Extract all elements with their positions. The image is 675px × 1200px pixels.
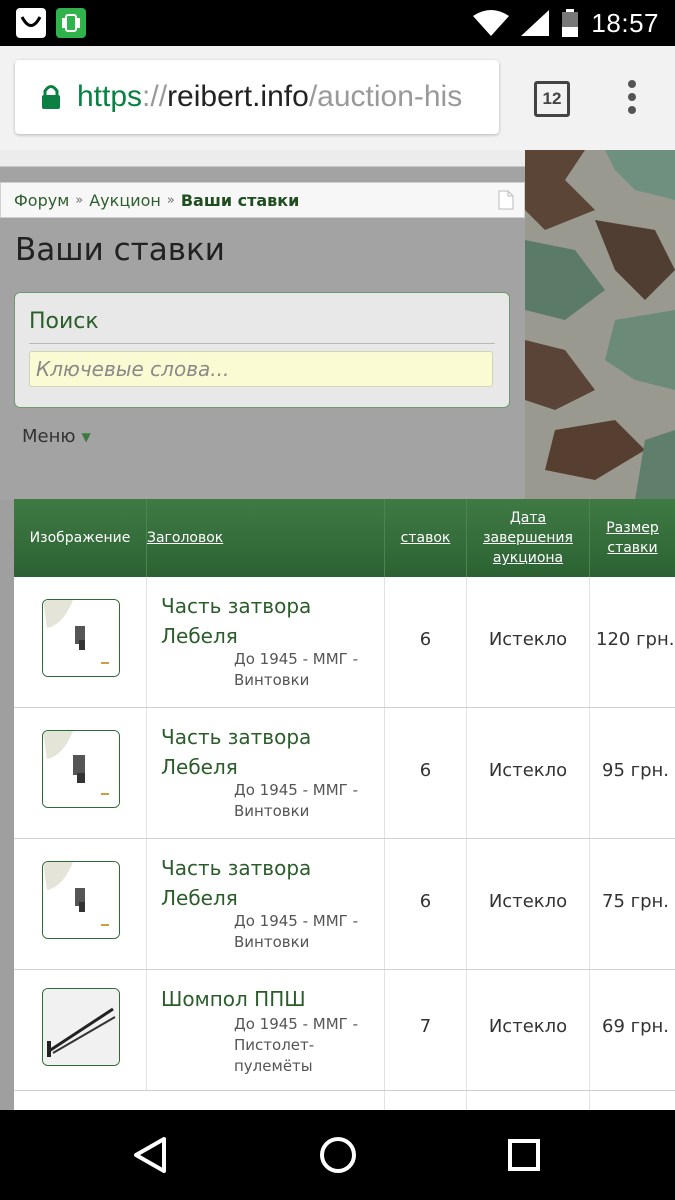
item-thumbnail[interactable] bbox=[42, 988, 120, 1066]
android-navigation-bar bbox=[0, 1110, 675, 1200]
auction-status: Истекло bbox=[488, 1016, 568, 1037]
bid-amount: 120 грн. bbox=[596, 629, 675, 650]
divider bbox=[29, 343, 495, 344]
amount-cell: 120 грн. bbox=[590, 577, 675, 707]
item-title-link[interactable]: Часть затвора Лебеля bbox=[161, 591, 361, 651]
wifi-icon bbox=[473, 10, 510, 36]
item-category: До 1945 - ММГ - Винтовки bbox=[234, 781, 358, 820]
auction-status: Истекло bbox=[488, 629, 568, 650]
bids-cell: 6 bbox=[385, 839, 467, 969]
table-row: Часть затвора Лебеля До 1945 - ММГ - Вин… bbox=[14, 839, 675, 970]
title-cell: Часть затвора Лебеля До 1945 - ММГ - Вин… bbox=[147, 839, 385, 969]
url-separator: :// bbox=[142, 80, 168, 113]
title-cell: Шомпол ППШ До 1945 - ММГ - Пистолет-пуле… bbox=[147, 970, 385, 1090]
bids-count: 6 bbox=[419, 629, 432, 650]
bid-amount: 69 грн. bbox=[602, 1016, 669, 1037]
bids-cell bbox=[385, 1091, 467, 1110]
table-row: Шомпол ППШ До 1945 - ММГ - Пистолет-пуле… bbox=[14, 970, 675, 1091]
status-cell: Истекло bbox=[467, 970, 590, 1090]
search-label: Поиск bbox=[29, 309, 99, 334]
column-header-bid-size[interactable]: Размер ставки bbox=[590, 499, 675, 577]
bids-count: 7 bbox=[419, 1016, 432, 1037]
image-cell bbox=[14, 970, 147, 1090]
table-row: Часть затвора Лебеля До 1945 - ММГ - Вин… bbox=[14, 708, 675, 839]
breadcrumb-separator: » bbox=[166, 192, 175, 208]
chevron-down-icon: ▼ bbox=[81, 429, 91, 444]
tab-switcher-button[interactable]: 12 bbox=[534, 81, 570, 117]
web-page: Форум » Аукцион » Ваши ставки Ваши ставк… bbox=[0, 150, 675, 1110]
bids-cell: 6 bbox=[385, 708, 467, 838]
breadcrumb-forum[interactable]: Форум bbox=[14, 191, 69, 210]
amount-cell: 69 грн. bbox=[590, 970, 675, 1090]
menu-dropdown[interactable]: Меню ▼ bbox=[22, 426, 91, 447]
bids-cell: 7 bbox=[385, 970, 467, 1090]
amount-cell: 95 грн. bbox=[590, 708, 675, 838]
bids-cell: 6 bbox=[385, 577, 467, 707]
bids-count: 6 bbox=[419, 760, 432, 781]
breadcrumb-auction[interactable]: Аукцион bbox=[89, 191, 161, 210]
signal-icon bbox=[521, 10, 550, 36]
top-strip bbox=[0, 150, 525, 167]
auction-status: Истекло bbox=[488, 891, 568, 912]
status-cell: Истекло bbox=[467, 577, 590, 707]
bids-table: Изображение Заголовок ставок Дата заверш… bbox=[14, 499, 675, 1110]
table-row-partial bbox=[14, 1091, 675, 1110]
url-path: /auction-his bbox=[308, 80, 463, 113]
url-scheme: https bbox=[77, 80, 143, 113]
image-cell bbox=[14, 839, 147, 969]
url-host: reibert.info bbox=[167, 80, 309, 113]
table-header: Изображение Заголовок ставок Дата заверш… bbox=[14, 499, 675, 577]
bids-count: 6 bbox=[419, 891, 432, 912]
clock: 18:57 bbox=[591, 7, 659, 38]
search-input[interactable] bbox=[29, 351, 493, 387]
status-cell: Истекло bbox=[467, 708, 590, 838]
back-icon[interactable] bbox=[132, 1135, 168, 1175]
item-category: До 1945 - ММГ - Винтовки bbox=[234, 650, 358, 689]
item-title-link[interactable]: Шомпол ППШ bbox=[161, 984, 361, 1014]
status-cell: Истекло bbox=[467, 839, 590, 969]
phone-sync-icon bbox=[56, 8, 86, 38]
recent-apps-icon[interactable] bbox=[506, 1135, 542, 1175]
item-category: До 1945 - ММГ - Пистолет-пулемёты bbox=[234, 1015, 358, 1075]
url-text: https://reibert.info/auction-his bbox=[77, 80, 462, 114]
item-category: До 1945 - ММГ - Винтовки bbox=[234, 912, 358, 951]
search-panel: Поиск bbox=[14, 292, 510, 408]
amount-cell: 75 грн. bbox=[590, 839, 675, 969]
image-cell bbox=[14, 708, 147, 838]
battery-icon bbox=[562, 9, 579, 37]
auction-status: Истекло bbox=[488, 760, 568, 781]
table-row: Часть затвора Лебеля До 1945 - ММГ - Вин… bbox=[14, 577, 675, 708]
item-title-link[interactable]: Часть затвора Лебеля bbox=[161, 853, 361, 913]
title-cell bbox=[147, 1091, 385, 1110]
breadcrumb-separator: » bbox=[75, 192, 84, 208]
breadcrumb: Форум » Аукцион » Ваши ставки bbox=[0, 182, 525, 218]
item-thumbnail[interactable] bbox=[42, 861, 120, 939]
breadcrumb-current[interactable]: Ваши ставки bbox=[181, 191, 300, 210]
menu-label: Меню bbox=[22, 426, 76, 447]
page-title: Ваши ставки bbox=[15, 232, 225, 268]
column-header-title[interactable]: Заголовок bbox=[147, 499, 385, 577]
item-title-link[interactable]: Часть затвора Лебеля bbox=[161, 722, 361, 782]
image-cell bbox=[14, 577, 147, 707]
camouflage-background bbox=[525, 150, 675, 500]
notification-bag-icon bbox=[16, 8, 46, 38]
status-bar: 18:57 bbox=[0, 0, 675, 46]
item-thumbnail[interactable] bbox=[42, 730, 120, 808]
title-cell: Часть затвора Лебеля До 1945 - ММГ - Вин… bbox=[147, 708, 385, 838]
home-icon[interactable] bbox=[318, 1135, 358, 1175]
item-thumbnail[interactable] bbox=[42, 599, 120, 677]
browser-toolbar: https://reibert.info/auction-his 12 bbox=[0, 46, 675, 151]
overflow-menu-icon[interactable] bbox=[622, 80, 642, 116]
lock-icon bbox=[42, 85, 60, 109]
bid-amount: 75 грн. bbox=[602, 891, 669, 912]
column-header-title-label: Заголовок bbox=[147, 530, 224, 546]
address-bar[interactable]: https://reibert.info/auction-his bbox=[15, 60, 499, 134]
column-header-bids[interactable]: ставок bbox=[385, 499, 467, 577]
status-cell bbox=[467, 1091, 590, 1110]
document-icon[interactable] bbox=[498, 190, 514, 210]
bid-amount: 95 грн. bbox=[602, 760, 669, 781]
column-header-image: Изображение bbox=[14, 499, 147, 577]
title-cell: Часть затвора Лебеля До 1945 - ММГ - Вин… bbox=[147, 577, 385, 707]
column-header-end-date[interactable]: Дата завершения аукциона bbox=[467, 499, 590, 577]
